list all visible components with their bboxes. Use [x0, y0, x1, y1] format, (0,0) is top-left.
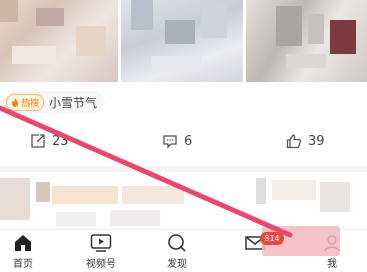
flame-icon [12, 97, 18, 107]
share-icon [31, 134, 45, 148]
nav-channel-label: 视频号 [86, 259, 116, 270]
like-button[interactable]: 39 [286, 133, 325, 149]
post-image-1[interactable] [0, 0, 118, 82]
next-post-preview[interactable] [0, 172, 367, 230]
topic-tag[interactable]: 热搜 小雪节气 [4, 91, 106, 113]
post-image-2[interactable] [121, 0, 243, 82]
share-button[interactable]: 23 [30, 133, 69, 149]
nav-discover[interactable]: 发现 [147, 233, 207, 270]
comment-count: 6 [184, 133, 193, 149]
nav-discover-label: 发现 [167, 259, 187, 270]
topic-text: 小雪节气 [49, 95, 98, 110]
message-count-badge: 814 [260, 232, 284, 245]
search-icon [168, 234, 186, 252]
like-count: 39 [308, 133, 325, 149]
comment-button[interactable]: 6 [162, 133, 192, 149]
nav-me-label: 我 [327, 259, 337, 270]
post-image-grid [0, 0, 367, 82]
thumbs-up-icon [286, 134, 302, 149]
post-image-3[interactable] [246, 0, 367, 82]
nav-channel[interactable]: 视频号 [71, 233, 131, 270]
post-actions: 23 6 39 [0, 133, 367, 157]
video-icon [90, 234, 112, 252]
nav-home-label: 首页 [13, 259, 33, 270]
home-icon [15, 235, 31, 251]
hot-badge: 热搜 [6, 93, 45, 111]
share-count: 23 [52, 133, 69, 149]
comment-icon [163, 135, 177, 149]
nav-home[interactable]: 首页 [0, 233, 53, 270]
hot-badge-label: 热搜 [21, 98, 40, 109]
